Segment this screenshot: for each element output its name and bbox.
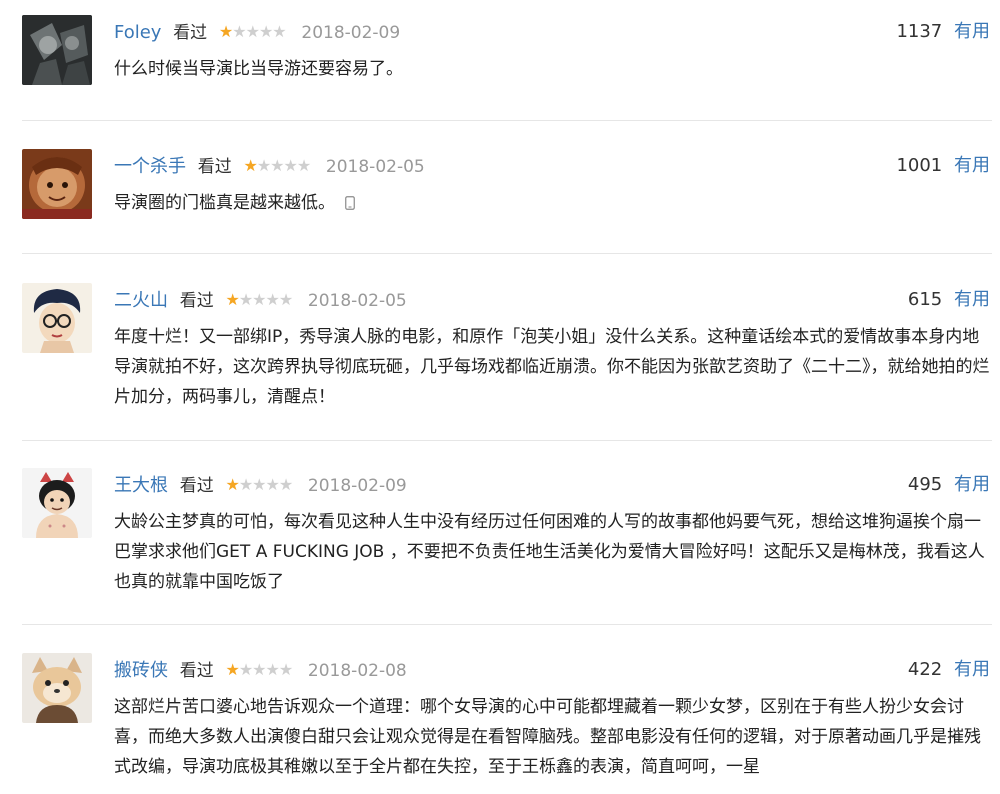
author-link[interactable]: 王大根 xyxy=(114,475,168,496)
star-empty-icon: ★ xyxy=(232,22,246,41)
avatar[interactable] xyxy=(22,283,92,353)
comment-meta: 王大根 看过 ★★★★★ 2018-02-09 xyxy=(114,470,407,500)
star-empty-icon: ★ xyxy=(265,660,280,679)
star-empty-icon: ★ xyxy=(283,156,298,175)
avatar-image xyxy=(22,653,92,723)
comment-text-content: 这部烂片苦口婆心地告诉观众一个道理：哪个女导演的心中可能都埋藏着一颗少女梦，区别… xyxy=(114,697,981,777)
comment-text: 导演圈的门槛真是越来越低。 xyxy=(114,188,990,220)
star-empty-icon: ★ xyxy=(296,156,311,175)
avatar[interactable] xyxy=(22,468,92,538)
watch-status: 看过 xyxy=(173,23,208,43)
star-empty-icon: ★ xyxy=(245,22,260,41)
star-empty-icon: ★ xyxy=(238,290,253,309)
star-empty-icon: ★ xyxy=(252,475,266,494)
author-link[interactable]: 二火山 xyxy=(114,290,168,311)
watch-status: 看过 xyxy=(179,476,214,496)
comment-meta: 一个杀手 看过 ★★★★★ 2018-02-05 xyxy=(114,151,425,181)
comment-date: 2018-02-08 xyxy=(307,661,407,681)
avatar[interactable] xyxy=(22,653,92,723)
author-link[interactable]: 搬砖侠 xyxy=(114,660,168,681)
divider xyxy=(22,440,992,441)
avatar[interactable] xyxy=(22,149,92,219)
star-empty-icon: ★ xyxy=(270,156,284,175)
vote-area: 422 有用 xyxy=(908,655,990,685)
star-empty-icon: ★ xyxy=(256,156,271,175)
rating-stars: ★★★★★ xyxy=(218,17,287,47)
star-empty-icon: ★ xyxy=(238,475,253,494)
useful-button[interactable]: 有用 xyxy=(954,155,990,176)
avatar-image xyxy=(22,15,92,85)
watch-status: 看过 xyxy=(179,661,214,681)
author-link[interactable]: Foley xyxy=(114,22,161,43)
vote-count: 1001 xyxy=(896,155,943,176)
watch-status: 看过 xyxy=(197,157,232,177)
star-empty-icon: ★ xyxy=(252,660,266,679)
vote-count: 1137 xyxy=(896,21,943,42)
star-empty-icon: ★ xyxy=(265,475,280,494)
comment-text-content: 导演圈的门槛真是越来越低。 xyxy=(114,193,335,213)
comment-date: 2018-02-05 xyxy=(325,157,425,177)
star-filled-icon: ★ xyxy=(243,156,257,175)
comment-text: 大龄公主梦真的可怕，每次看见这种人生中没有经历过任何困难的人写的故事都他妈要气死… xyxy=(114,507,990,597)
star-empty-icon: ★ xyxy=(238,660,253,679)
star-empty-icon: ★ xyxy=(278,475,293,494)
comment-date: 2018-02-05 xyxy=(307,291,407,311)
comment-text: 这部烂片苦口婆心地告诉观众一个道理：哪个女导演的心中可能都埋藏着一颗少女梦，区别… xyxy=(114,692,990,782)
avatar-image xyxy=(22,468,92,538)
comment-text-content: 什么时候当导演比当导游还要容易了。 xyxy=(114,59,403,79)
divider xyxy=(22,253,992,254)
avatar-image xyxy=(22,149,92,219)
useful-button[interactable]: 有用 xyxy=(954,289,990,310)
comment-text: 年度十烂！又一部绑IP，秀导演人脉的电影，和原作「泡芙小姐」没什么关系。这种童话… xyxy=(114,322,990,412)
comment-list: Foley 看过 ★★★★★ 2018-02-09 1137 有用 什么时候当导… xyxy=(0,0,1000,794)
comment-date: 2018-02-09 xyxy=(301,23,401,43)
useful-button[interactable]: 有用 xyxy=(954,659,990,680)
comment-text: 什么时候当导演比当导游还要容易了。 xyxy=(114,54,990,84)
vote-count: 495 xyxy=(907,474,943,495)
author-link[interactable]: 一个杀手 xyxy=(114,156,186,177)
star-empty-icon: ★ xyxy=(258,22,273,41)
star-empty-icon: ★ xyxy=(252,290,266,309)
comment-date: 2018-02-09 xyxy=(307,476,407,496)
star-empty-icon: ★ xyxy=(278,290,293,309)
comment-meta: Foley 看过 ★★★★★ 2018-02-09 xyxy=(114,17,400,47)
star-empty-icon: ★ xyxy=(278,660,293,679)
star-filled-icon: ★ xyxy=(225,290,239,309)
comment-meta: 搬砖侠 看过 ★★★★★ 2018-02-08 xyxy=(114,655,407,685)
rating-stars: ★★★★★ xyxy=(225,655,293,685)
divider xyxy=(22,120,992,121)
rating-stars: ★★★★★ xyxy=(243,151,311,181)
star-filled-icon: ★ xyxy=(225,475,239,494)
mobile-icon xyxy=(345,190,355,220)
vote-area: 1137 有用 xyxy=(896,17,990,47)
star-empty-icon: ★ xyxy=(272,22,286,41)
comment-text-content: 大龄公主梦真的可怕，每次看见这种人生中没有经历过任何困难的人写的故事都他妈要气死… xyxy=(114,512,985,592)
comment-text-content: 年度十烂！又一部绑IP，秀导演人脉的电影，和原作「泡芙小姐」没什么关系。这种童话… xyxy=(114,327,990,407)
rating-stars: ★★★★★ xyxy=(225,285,293,315)
avatar[interactable] xyxy=(22,15,92,85)
vote-area: 495 有用 xyxy=(908,470,990,500)
star-filled-icon: ★ xyxy=(218,22,233,41)
vote-area: 615 有用 xyxy=(908,285,990,315)
useful-button[interactable]: 有用 xyxy=(954,21,990,42)
watch-status: 看过 xyxy=(179,291,214,311)
avatar-image xyxy=(22,283,92,353)
useful-button[interactable]: 有用 xyxy=(954,474,990,495)
vote-count: 615 xyxy=(907,289,943,310)
vote-area: 1001 有用 xyxy=(896,151,990,181)
vote-count: 422 xyxy=(907,659,943,680)
star-empty-icon: ★ xyxy=(265,290,280,309)
star-filled-icon: ★ xyxy=(225,660,239,679)
rating-stars: ★★★★★ xyxy=(225,470,293,500)
divider xyxy=(22,624,992,625)
comment-meta: 二火山 看过 ★★★★★ 2018-02-05 xyxy=(114,285,407,315)
